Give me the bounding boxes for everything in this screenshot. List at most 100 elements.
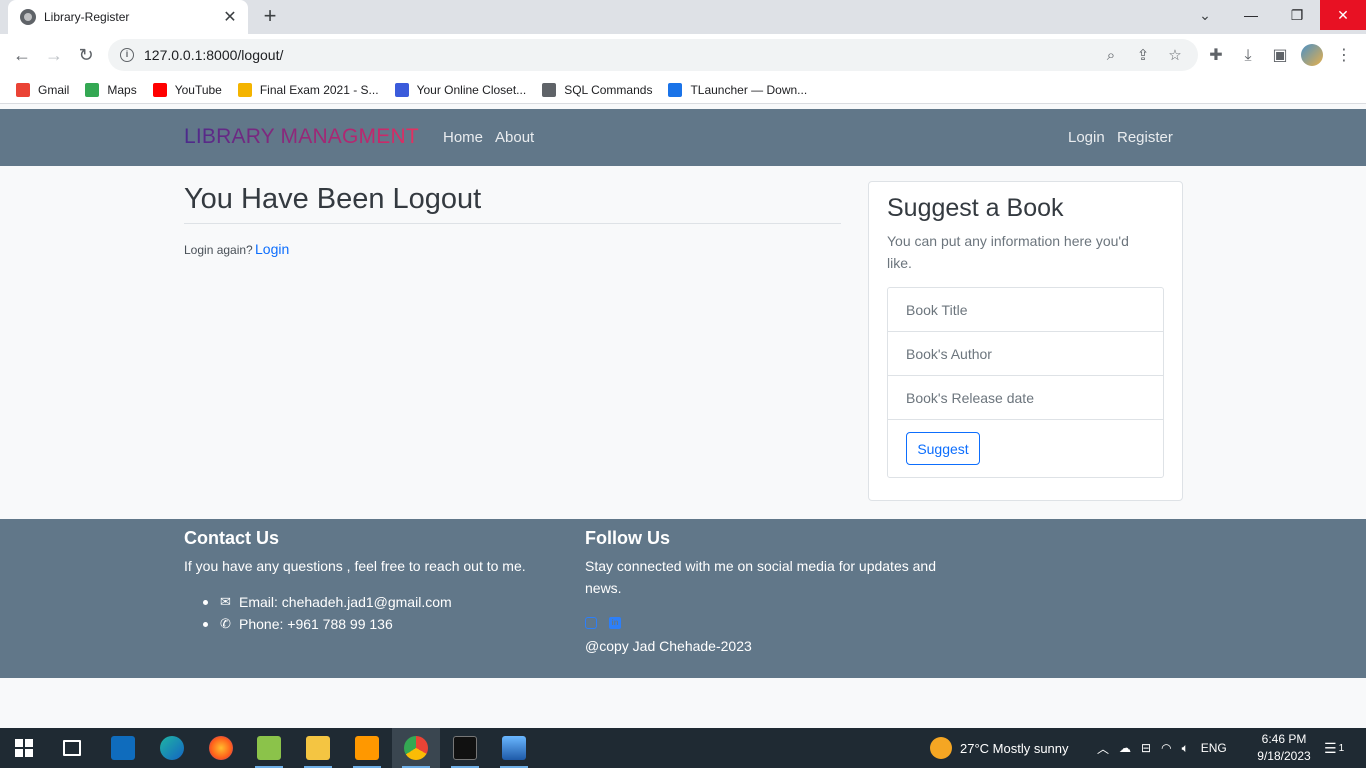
- browser-toolbar: ← → ↻ i 127.0.0.1:8000/logout/ ⌕ ⇪ ☆ ✚ ⤓…: [0, 34, 1366, 76]
- globe-icon: [20, 9, 36, 25]
- book-release-date-field[interactable]: Book's Release date: [888, 376, 1163, 420]
- reload-icon[interactable]: ↻: [72, 41, 100, 69]
- bookmark-item[interactable]: TLauncher — Down...: [668, 82, 808, 97]
- tray-icons: ︿ ☁ ⊟ ◠ 🔈︎ ENG: [1097, 728, 1227, 768]
- weather-text: 27°C Mostly sunny: [960, 740, 1069, 756]
- notepad-app[interactable]: [245, 728, 293, 768]
- language-indicator[interactable]: ENG: [1201, 741, 1227, 755]
- bookmark-item[interactable]: Maps: [85, 82, 137, 97]
- tab-title: Library-Register: [44, 10, 130, 24]
- menu-kebab-icon[interactable]: ⋮: [1334, 46, 1354, 66]
- bookmark-item[interactable]: YouTube: [152, 82, 222, 97]
- network-icon[interactable]: ⊟: [1141, 741, 1151, 755]
- suggest-form: Book Title Book's Author Book's Release …: [887, 287, 1164, 478]
- bookmark-label: Your Online Closet...: [416, 82, 527, 97]
- start-button[interactable]: [0, 728, 48, 768]
- brand-logo[interactable]: LIBRARY MANAGMENT: [184, 125, 419, 149]
- edge-app[interactable]: [148, 728, 196, 768]
- photos-app[interactable]: [490, 728, 538, 768]
- contact-email-item: ✉ Email: chehadeh.jad1@gmail.com: [203, 594, 452, 610]
- side-panel-icon[interactable]: ▣: [1270, 46, 1290, 66]
- instagram-icon[interactable]: [585, 617, 597, 629]
- suggest-book-card: Suggest a Book You can put any informati…: [868, 181, 1183, 501]
- file-explorer-app[interactable]: [294, 728, 342, 768]
- site-navbar: LIBRARY MANAGMENT Home About Login Regis…: [0, 109, 1366, 166]
- zoom-icon[interactable]: ⌕: [1102, 47, 1120, 65]
- minimize-icon[interactable]: —: [1228, 0, 1274, 30]
- bookmark-star-icon[interactable]: ☆: [1166, 47, 1184, 65]
- bookmark-item[interactable]: Your Online Closet...: [394, 82, 527, 97]
- chrome-app[interactable]: [392, 728, 440, 768]
- weather-widget[interactable]: 27°C Mostly sunny: [930, 728, 1069, 768]
- closet-icon: [394, 82, 409, 97]
- bookmark-label: Maps: [107, 82, 137, 97]
- bookmark-label: TLauncher — Down...: [690, 82, 808, 97]
- extensions-icon[interactable]: ✚: [1206, 46, 1226, 66]
- tab-search-icon[interactable]: ⌄: [1190, 0, 1220, 30]
- site-info-icon[interactable]: i: [120, 48, 134, 62]
- bookmark-item[interactable]: Gmail: [16, 82, 69, 97]
- browser-tab[interactable]: Library-Register ✕: [8, 0, 248, 34]
- system-clock[interactable]: 6:46 PM 9/18/2023: [1256, 731, 1312, 765]
- mail-icon: [111, 736, 135, 760]
- sublime-icon: [355, 736, 379, 760]
- clock-time: 6:46 PM: [1261, 732, 1307, 746]
- phone-icon: ✆: [220, 616, 231, 631]
- firefox-app[interactable]: [197, 728, 245, 768]
- email-text: Email: chehadeh.jad1@gmail.com: [239, 594, 452, 610]
- mail-app[interactable]: [99, 728, 147, 768]
- address-bar[interactable]: i 127.0.0.1:8000/logout/ ⌕ ⇪ ☆: [108, 39, 1198, 71]
- bookmark-item[interactable]: Final Exam 2021 - S...: [237, 82, 379, 97]
- forward-arrow-icon[interactable]: →: [40, 41, 68, 69]
- close-tab-icon[interactable]: ✕: [222, 7, 238, 27]
- share-icon[interactable]: ⇪: [1134, 47, 1152, 65]
- classroom-icon: [237, 82, 252, 97]
- browser-tab-strip: Library-Register ✕ + ⌄ — ❐ ✕: [0, 0, 1366, 34]
- contact-heading: Contact Us: [184, 528, 280, 548]
- notification-icon: ☰: [1324, 739, 1337, 756]
- nav-register-link[interactable]: Register: [1117, 129, 1173, 146]
- terminal-icon: [453, 736, 477, 760]
- profile-avatar[interactable]: [1301, 44, 1323, 66]
- new-tab-button[interactable]: +: [258, 5, 282, 29]
- wifi-icon[interactable]: ◠: [1161, 741, 1171, 755]
- notification-count: 1: [1338, 742, 1345, 754]
- window-close-icon[interactable]: ✕: [1320, 0, 1366, 30]
- edge-icon: [160, 736, 184, 760]
- chrome-icon: [404, 736, 428, 760]
- photos-icon: [502, 736, 526, 760]
- clock-date: 9/18/2023: [1257, 749, 1311, 763]
- restore-icon[interactable]: ❐: [1274, 0, 1320, 30]
- book-author-field[interactable]: Book's Author: [888, 332, 1163, 376]
- linkedin-icon[interactable]: in: [609, 617, 621, 629]
- back-arrow-icon[interactable]: ←: [8, 41, 36, 69]
- page-title: You Have Been Logout: [184, 183, 482, 215]
- contact-text: If you have any questions , feel free to…: [184, 558, 526, 574]
- nav-login-link[interactable]: Login: [1068, 129, 1105, 146]
- task-view-button[interactable]: [48, 728, 96, 768]
- nav-about-link[interactable]: About: [495, 129, 534, 146]
- firefox-icon: [209, 736, 233, 760]
- chevron-up-icon[interactable]: ︿: [1097, 740, 1109, 757]
- download-icon[interactable]: ⤓: [1238, 46, 1258, 66]
- relogin-link[interactable]: Login: [255, 241, 289, 257]
- book-title-field[interactable]: Book Title: [888, 288, 1163, 332]
- bookmark-label: YouTube: [174, 82, 222, 97]
- site-footer: Contact Us If you have any questions , f…: [0, 519, 1366, 678]
- suggest-button[interactable]: Suggest: [906, 432, 980, 465]
- follow-heading: Follow Us: [585, 528, 670, 548]
- notepad-icon: [257, 736, 281, 760]
- bullet: [203, 621, 208, 627]
- terminal-app[interactable]: [441, 728, 489, 768]
- url-text: 127.0.0.1:8000/logout/: [144, 47, 284, 63]
- sublime-app[interactable]: [343, 728, 391, 768]
- windows-taskbar: 27°C Mostly sunny ︿ ☁ ⊟ ◠ 🔈︎ ENG 6:46 PM…: [0, 728, 1366, 768]
- volume-icon[interactable]: 🔈︎: [1182, 741, 1189, 756]
- notification-center[interactable]: ☰ 1: [1324, 728, 1344, 768]
- windows-logo-icon: [15, 739, 33, 757]
- bookmarks-bar: Gmail Maps YouTube Final Exam 2021 - S... Yo…: [0, 76, 1366, 104]
- bookmark-item[interactable]: SQL Commands: [542, 82, 652, 97]
- onedrive-cloud-icon[interactable]: ☁: [1119, 741, 1131, 755]
- nav-home-link[interactable]: Home: [443, 129, 483, 146]
- envelope-icon: ✉: [220, 594, 231, 609]
